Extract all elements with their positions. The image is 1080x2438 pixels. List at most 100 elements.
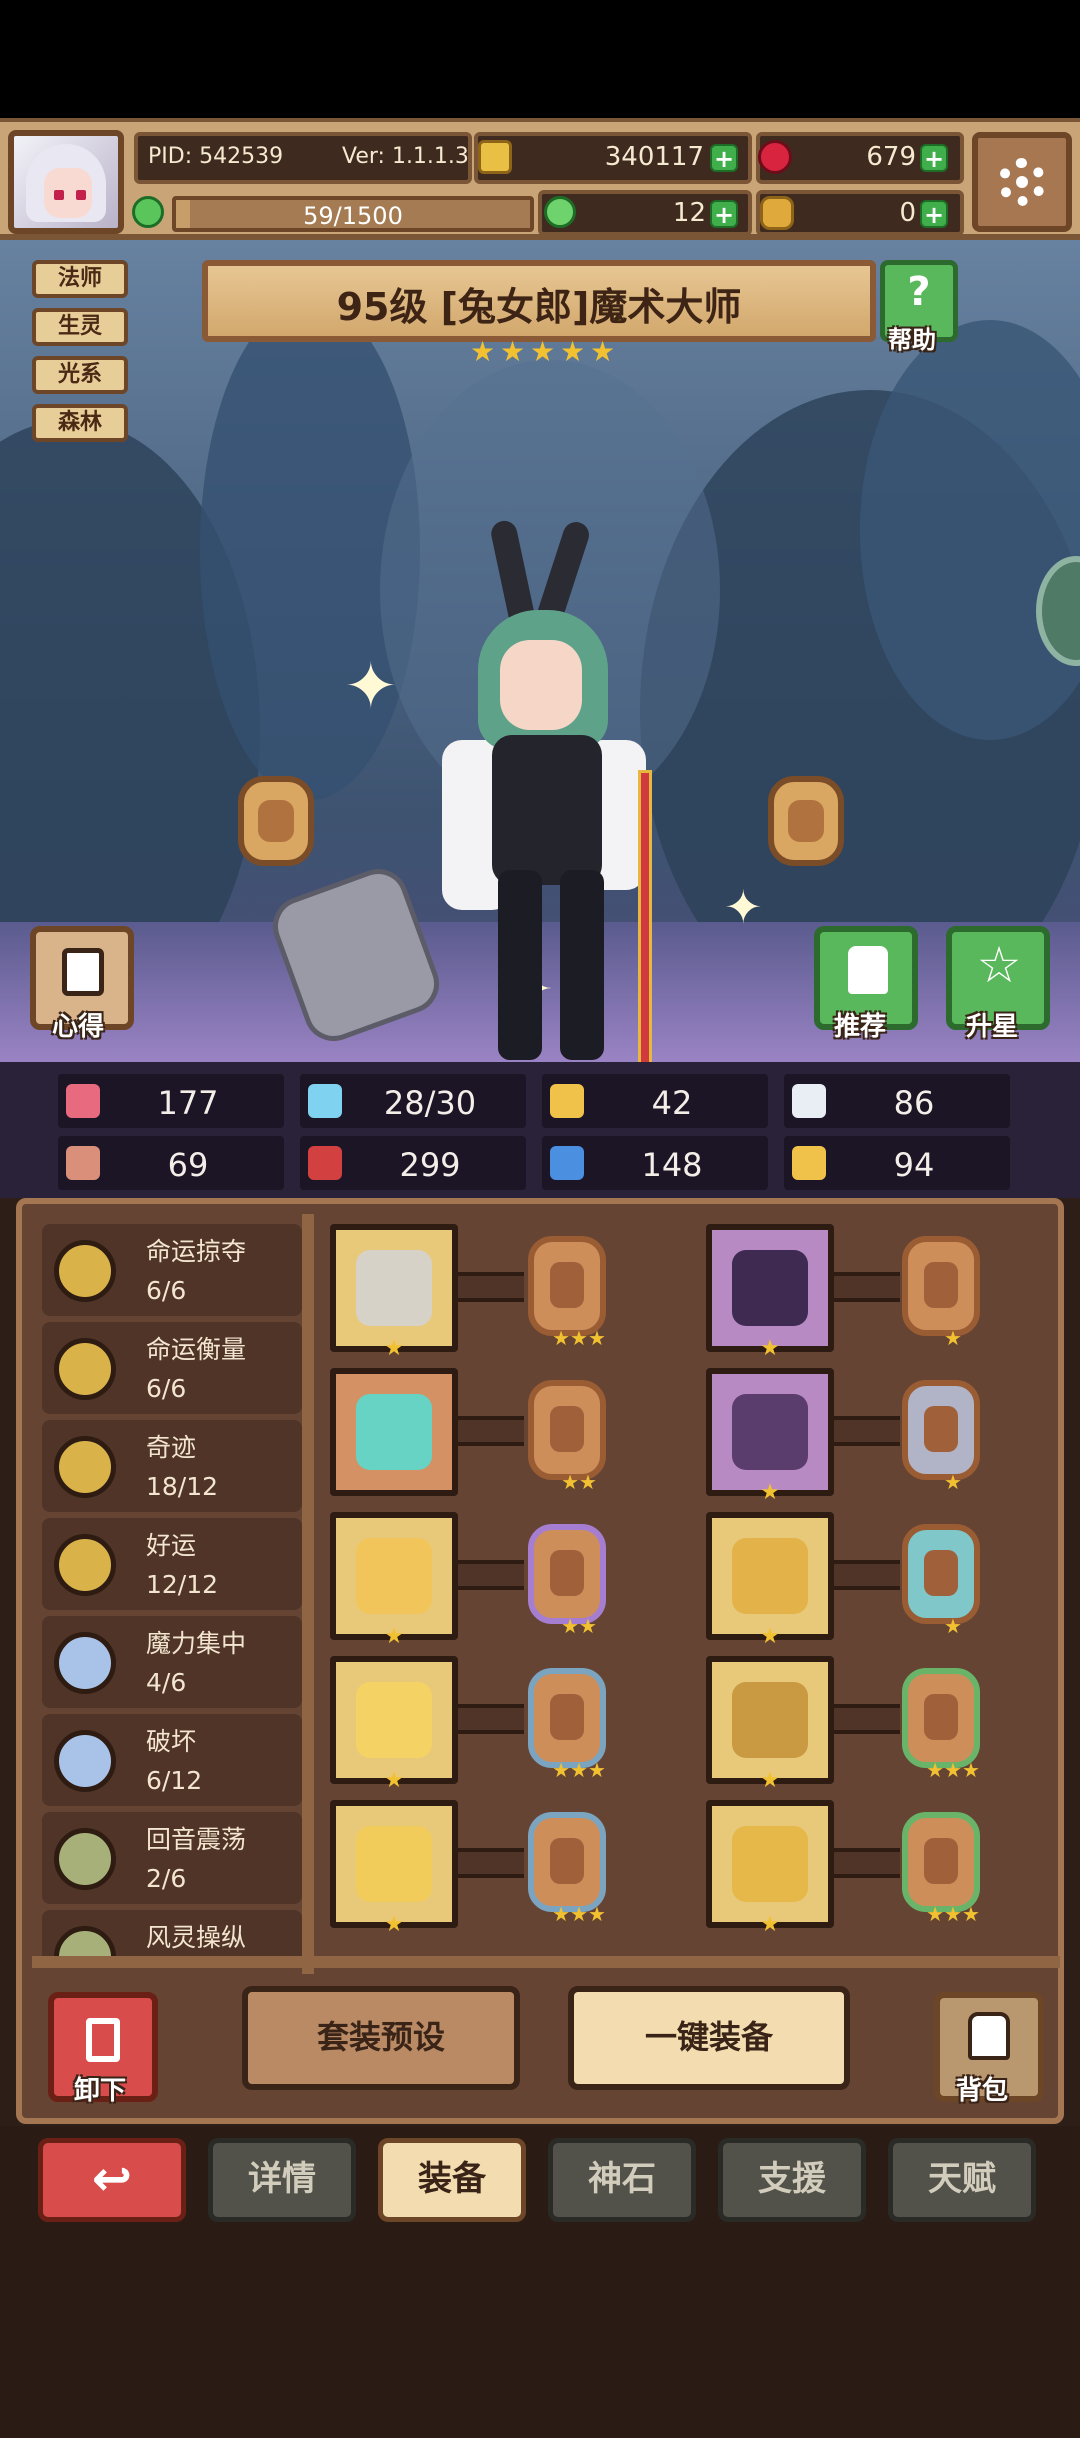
rune-glyph-icon [550, 1406, 584, 1452]
skill-name: 命运掠夺 [146, 1237, 247, 1266]
unequip-label: 卸下 [74, 2076, 127, 2106]
right-rune-socket[interactable] [768, 776, 844, 866]
stat-heart[interactable]: 177 [58, 1074, 284, 1128]
stat-shield[interactable]: 42 [542, 1074, 768, 1128]
star-icon: ☆ [976, 936, 1022, 994]
rune-stars: ★ [944, 1614, 962, 1638]
skill-item[interactable]: 回音震荡 2/6 [42, 1812, 302, 1904]
skill-item[interactable]: 命运衡量 6/6 [42, 1322, 302, 1414]
add-gold-button[interactable]: + [710, 144, 738, 172]
stat-wing[interactable]: 86 [784, 1074, 1010, 1128]
skill-item[interactable]: 魔力集中 4/6 [42, 1616, 302, 1708]
stat-book[interactable]: 299 [300, 1136, 526, 1190]
tag-habitat[interactable]: 森林 [32, 404, 128, 442]
stat-horseshoe[interactable]: 94 [784, 1136, 1010, 1190]
stat-boot[interactable]: 148 [542, 1136, 768, 1190]
equipment-slot[interactable]: ★ [706, 1800, 834, 1936]
skill-item[interactable]: 好运 12/12 [42, 1518, 302, 1610]
slot-connector [834, 1416, 900, 1446]
equipment-slot[interactable]: ★ [330, 1512, 458, 1648]
tab-2[interactable]: 神石 [548, 2138, 696, 2222]
skill-badge-icon [54, 1828, 116, 1890]
rune-socket[interactable]: ★ [902, 1524, 980, 1636]
left-rune-socket[interactable] [238, 776, 314, 866]
skill-level: 2/6 [146, 1864, 187, 1893]
skill-item[interactable]: 奇迹 18/12 [42, 1420, 302, 1512]
item-stars: ★ [384, 1336, 404, 1361]
tag-race[interactable]: 生灵 [32, 308, 128, 346]
ruby-gem-icon [758, 140, 792, 174]
item-stars: ★ [760, 1768, 780, 1793]
rune-socket[interactable]: ★ [902, 1236, 980, 1348]
rune-socket[interactable]: ★★★ [528, 1812, 606, 1924]
back-button[interactable]: ↩ [38, 2138, 186, 2222]
amulet-icon [356, 1682, 432, 1758]
sparkle-icon: ✦ [344, 650, 398, 724]
notes-icon [62, 948, 104, 996]
equipment-slot[interactable] [330, 1368, 458, 1496]
equipment-slot[interactable]: ★ [330, 1656, 458, 1792]
item-stars: ★ [384, 1624, 404, 1649]
item-stars: ★ [760, 1480, 780, 1505]
staff [638, 770, 652, 1062]
skill-level: 18/12 [146, 1472, 219, 1501]
rune-stars: ★ [944, 1470, 962, 1494]
skill-badge-icon [54, 1240, 116, 1302]
rune-socket[interactable]: ★★★ [528, 1236, 606, 1348]
drop-icon [308, 1084, 342, 1118]
skill-badge-icon [54, 1632, 116, 1694]
tab-0[interactable]: 详情 [208, 2138, 356, 2222]
skill-item[interactable]: 命运掠夺 6/6 [42, 1224, 302, 1316]
witch-hat-icon [732, 1250, 808, 1326]
item-stars: ★ [384, 1912, 404, 1937]
settings-button[interactable] [972, 132, 1072, 232]
equipment-area: 命运掠夺 6/6 命运衡量 6/6 奇迹 18/12 好运 12/12 魔力集中 4/6 破坏 6/1… [0, 1198, 1080, 2126]
tab-3[interactable]: 支援 [718, 2138, 866, 2222]
rune-socket[interactable]: ★ [902, 1380, 980, 1492]
shield-icon [550, 1084, 584, 1118]
equipment-slot[interactable]: ★ [330, 1800, 458, 1936]
add-clover-button[interactable]: + [710, 200, 738, 228]
skill-item[interactable]: 破坏 6/12 [42, 1714, 302, 1806]
axe-icon [356, 1250, 432, 1326]
add-item-button[interactable]: + [920, 200, 948, 228]
equipment-slot[interactable]: ★ [706, 1224, 834, 1360]
fist-icon [66, 1146, 100, 1180]
stat-value: 42 [651, 1084, 693, 1122]
stat-value: 94 [893, 1146, 935, 1184]
tag-class[interactable]: 法师 [32, 260, 128, 298]
avatar[interactable] [8, 130, 124, 234]
rune-socket[interactable]: ★★★ [902, 1812, 980, 1924]
auto-equip-button[interactable]: 一键装备 [568, 1986, 850, 2090]
bag-label: 背包 [956, 2076, 1009, 2106]
book-icon [308, 1146, 342, 1180]
belt-icon [732, 1682, 808, 1758]
orb-icon [356, 1394, 432, 1470]
skill-list[interactable]: 命运掠夺 6/6 命运衡量 6/6 奇迹 18/12 好运 12/12 魔力集中 4/6 破坏 6/1… [42, 1224, 308, 1964]
stat-fist[interactable]: 69 [58, 1136, 284, 1190]
hero-character[interactable] [420, 518, 680, 1062]
item-stars: ★ [760, 1336, 780, 1361]
tab-1[interactable]: 装备 [378, 2138, 526, 2222]
rune-stars: ★★★ [926, 1758, 980, 1782]
stat-drop[interactable]: 28/30 [300, 1074, 526, 1128]
rune-socket[interactable]: ★★ [528, 1380, 606, 1492]
tab-4[interactable]: 天赋 [888, 2138, 1036, 2222]
sparkle-icon: ✦ [724, 880, 763, 934]
equipment-slot[interactable]: ★ [706, 1368, 834, 1504]
rune-socket[interactable]: ★★★ [528, 1668, 606, 1780]
equipment-slot[interactable]: ★ [330, 1224, 458, 1360]
status-bar: PID: 542539 Ver: 1.1.1.3 340117 + 679 + … [0, 118, 1080, 240]
equipment-slot[interactable]: ★ [706, 1512, 834, 1648]
skill-level: 6/6 [146, 1374, 187, 1403]
preset-button[interactable]: 套装预设 [242, 1986, 520, 2090]
tag-element[interactable]: 光系 [32, 356, 128, 394]
rune-socket[interactable]: ★★ [528, 1524, 606, 1636]
rune-glyph-icon [550, 1550, 584, 1596]
equipment-slot[interactable]: ★ [706, 1656, 834, 1792]
rune-socket[interactable]: ★★★ [902, 1668, 980, 1780]
add-gem-button[interactable]: + [920, 144, 948, 172]
necklace-icon [356, 1538, 432, 1614]
star-icon: ★ [500, 335, 526, 368]
skill-name: 奇迹 [146, 1433, 197, 1462]
